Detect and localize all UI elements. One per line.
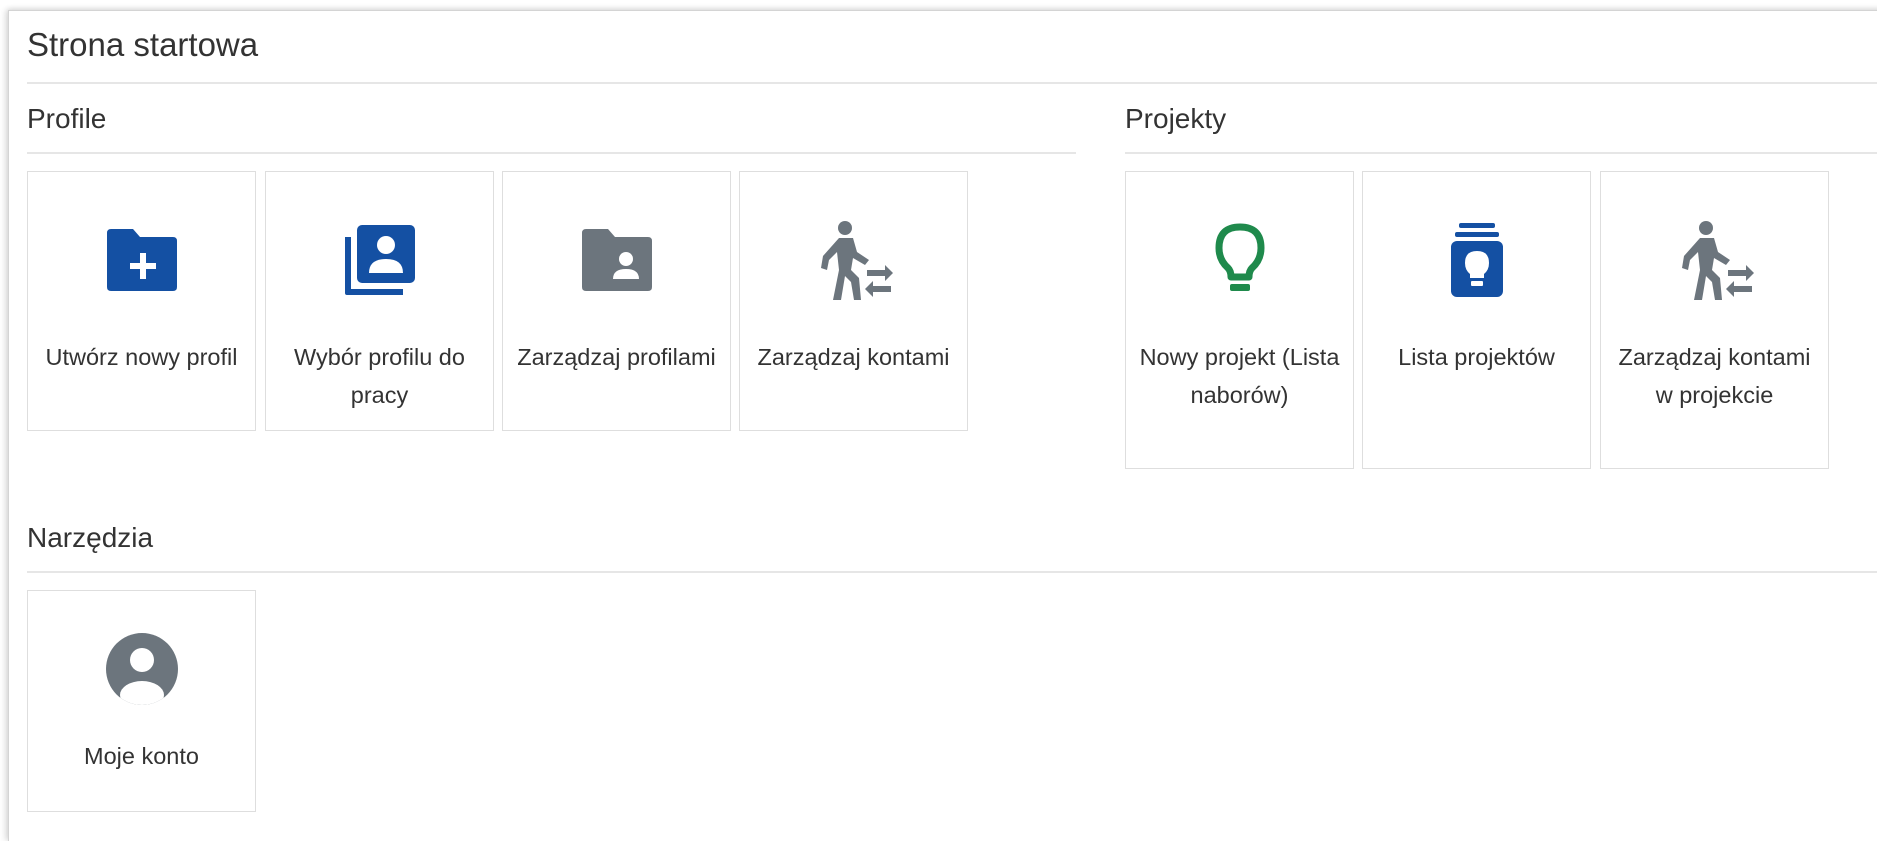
tile-manage-project-accounts[interactable]: Zarządzaj kontami w projekcie [1600,171,1829,469]
profile-divider [27,152,1076,154]
tile-label: Zarządzaj kontami w projekcie [1618,344,1811,408]
walk-exchange-icon [740,220,967,300]
projekty-divider [1125,152,1877,154]
walk-exchange-icon [1601,220,1828,300]
tile-label: Zarządzaj kontami [757,344,950,370]
tile-project-list[interactable]: Lista projektów [1362,171,1591,469]
folder-plus-icon [28,220,255,300]
section-title-narzedzia: Narzędzia [27,522,154,553]
page-title: Strona startowa [27,26,259,63]
idea-archive-icon [1363,220,1590,300]
section-title-profile: Profile [27,103,107,134]
account-circle-icon [28,629,255,709]
tile-label: Zarządzaj profilami [517,344,716,370]
title-divider [27,82,1877,84]
folder-user-icon [503,220,730,300]
tile-label: Nowy projekt (Lista naborów) [1139,344,1340,408]
tile-label: Wybór profilu do pracy [294,344,465,408]
tile-select-profile[interactable]: Wybór profilu do pracy [265,171,494,431]
tile-my-account[interactable]: Moje konto [27,590,256,812]
tile-label: Lista projektów [1398,344,1555,370]
tile-create-profile[interactable]: Utwórz nowy profil [27,171,256,431]
tile-label: Utwórz nowy profil [45,344,238,370]
section-title-projekty: Projekty [1125,103,1227,134]
lightbulb-icon [1126,220,1353,300]
tile-new-project[interactable]: Nowy projekt (Lista naborów) [1125,171,1354,469]
tile-label: Moje konto [84,743,199,769]
tile-manage-accounts[interactable]: Zarządzaj kontami [739,171,968,431]
profile-stack-icon [266,220,493,300]
narzedzia-divider [27,571,1877,573]
tile-manage-profiles[interactable]: Zarządzaj profilami [502,171,731,431]
